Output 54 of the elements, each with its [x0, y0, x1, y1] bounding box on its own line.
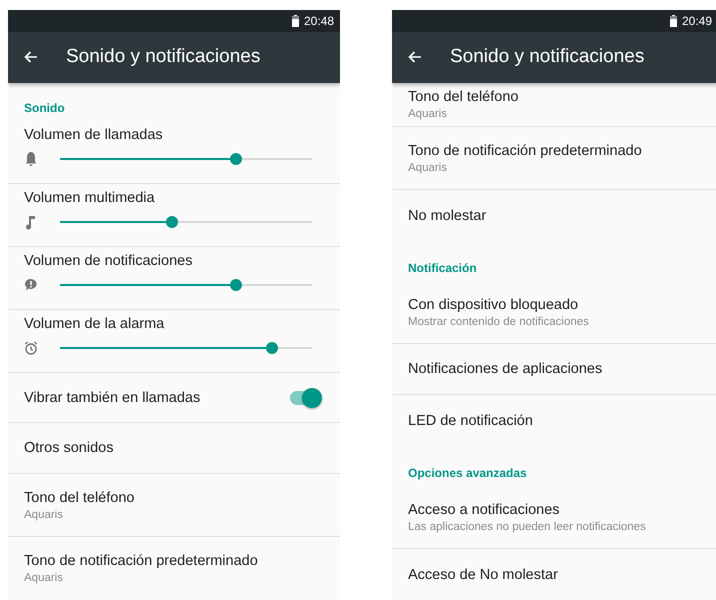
setting-title: Volumen de la alarma [24, 316, 166, 332]
slider-thumb[interactable] [166, 216, 178, 228]
setting-summary: Las aplicaciones no pueden leer notificaciones [408, 520, 647, 532]
back-arrow-icon[interactable] [24, 50, 38, 64]
setting-row[interactable]: No molestar [392, 190, 716, 241]
section-header: Notificación [407, 260, 478, 277]
setting-title: Tono de notificación predeterminado [24, 553, 259, 569]
setting-title: Acceso de No molestar [408, 566, 559, 582]
setting-row[interactable]: Con dispositivo bloqueado Mostrar contenido de notificaciones [392, 281, 716, 344]
setting-row[interactable]: Vibrar también en llamadas [8, 373, 340, 423]
battery-icon [292, 14, 299, 27]
setting-summary: Aquaris [24, 572, 64, 584]
setting-row[interactable]: Tono del teléfono Aquaris [8, 474, 340, 537]
slider-thumb[interactable] [230, 279, 242, 291]
setting-title: Tono de notificación predeterminado [408, 142, 643, 158]
setting-title: Tono del teléfono [408, 89, 520, 105]
toggle-switch[interactable] [290, 390, 320, 404]
setting-row[interactable]: Tono de notificación predeterminado Aquaris [392, 127, 716, 190]
music-note-icon [24, 214, 38, 230]
setting-title: Notificaciones de aplicaciones [408, 361, 604, 377]
status-time: 20:49 [682, 14, 712, 28]
setting-row[interactable]: Acceso a notificaciones Las aplicaciones no pueden leer notificaciones [392, 486, 716, 549]
slider-thumb[interactable] [230, 153, 242, 165]
alert-bubble-icon [24, 277, 38, 293]
setting-row[interactable]: Tono de notificación predeterminado Aquaris [8, 537, 340, 600]
slider-thumb[interactable] [266, 342, 278, 354]
section-header: Sonido [23, 100, 66, 117]
status-time: 20:48 [304, 14, 334, 28]
setting-title: Con dispositivo bloqueado [408, 296, 580, 312]
screen-title: Sonido y notificaciones [66, 46, 260, 68]
setting-title: Tono del teléfono [24, 490, 136, 506]
setting-row[interactable]: Notificaciones de aplicaciones [392, 344, 716, 395]
section-header: Opciones avanzadas [407, 465, 528, 482]
setting-row[interactable]: LED de notificación [392, 395, 716, 446]
alarm-clock-icon [24, 340, 38, 356]
setting-summary: Mostrar contenido de notificaciones [408, 316, 590, 328]
screen-title: Sonido y notificaciones [450, 46, 644, 68]
setting-title: Otros sonidos [24, 440, 114, 456]
setting-title: Volumen de llamadas [24, 127, 164, 143]
setting-title: LED de notificación [408, 412, 534, 428]
setting-title: Vibrar también en llamadas [24, 390, 200, 406]
setting-row[interactable]: Tono del teléfono Aquaris [392, 83, 716, 127]
setting-title: Volumen multimedia [24, 190, 156, 206]
setting-title: Acceso a notificaciones [408, 502, 561, 518]
setting-row[interactable]: Acceso de No molestar [392, 549, 716, 600]
setting-summary: Aquaris [408, 162, 448, 174]
setting-summary: Aquaris [24, 508, 64, 520]
setting-row[interactable]: Otros sonidos [8, 423, 340, 474]
setting-title: No molestar [408, 208, 488, 224]
setting-summary: Aquaris [408, 108, 448, 120]
setting-title: Volumen de notificaciones [24, 253, 194, 269]
bell-icon [24, 151, 38, 167]
back-arrow-icon[interactable] [408, 50, 422, 64]
battery-icon [670, 14, 677, 27]
